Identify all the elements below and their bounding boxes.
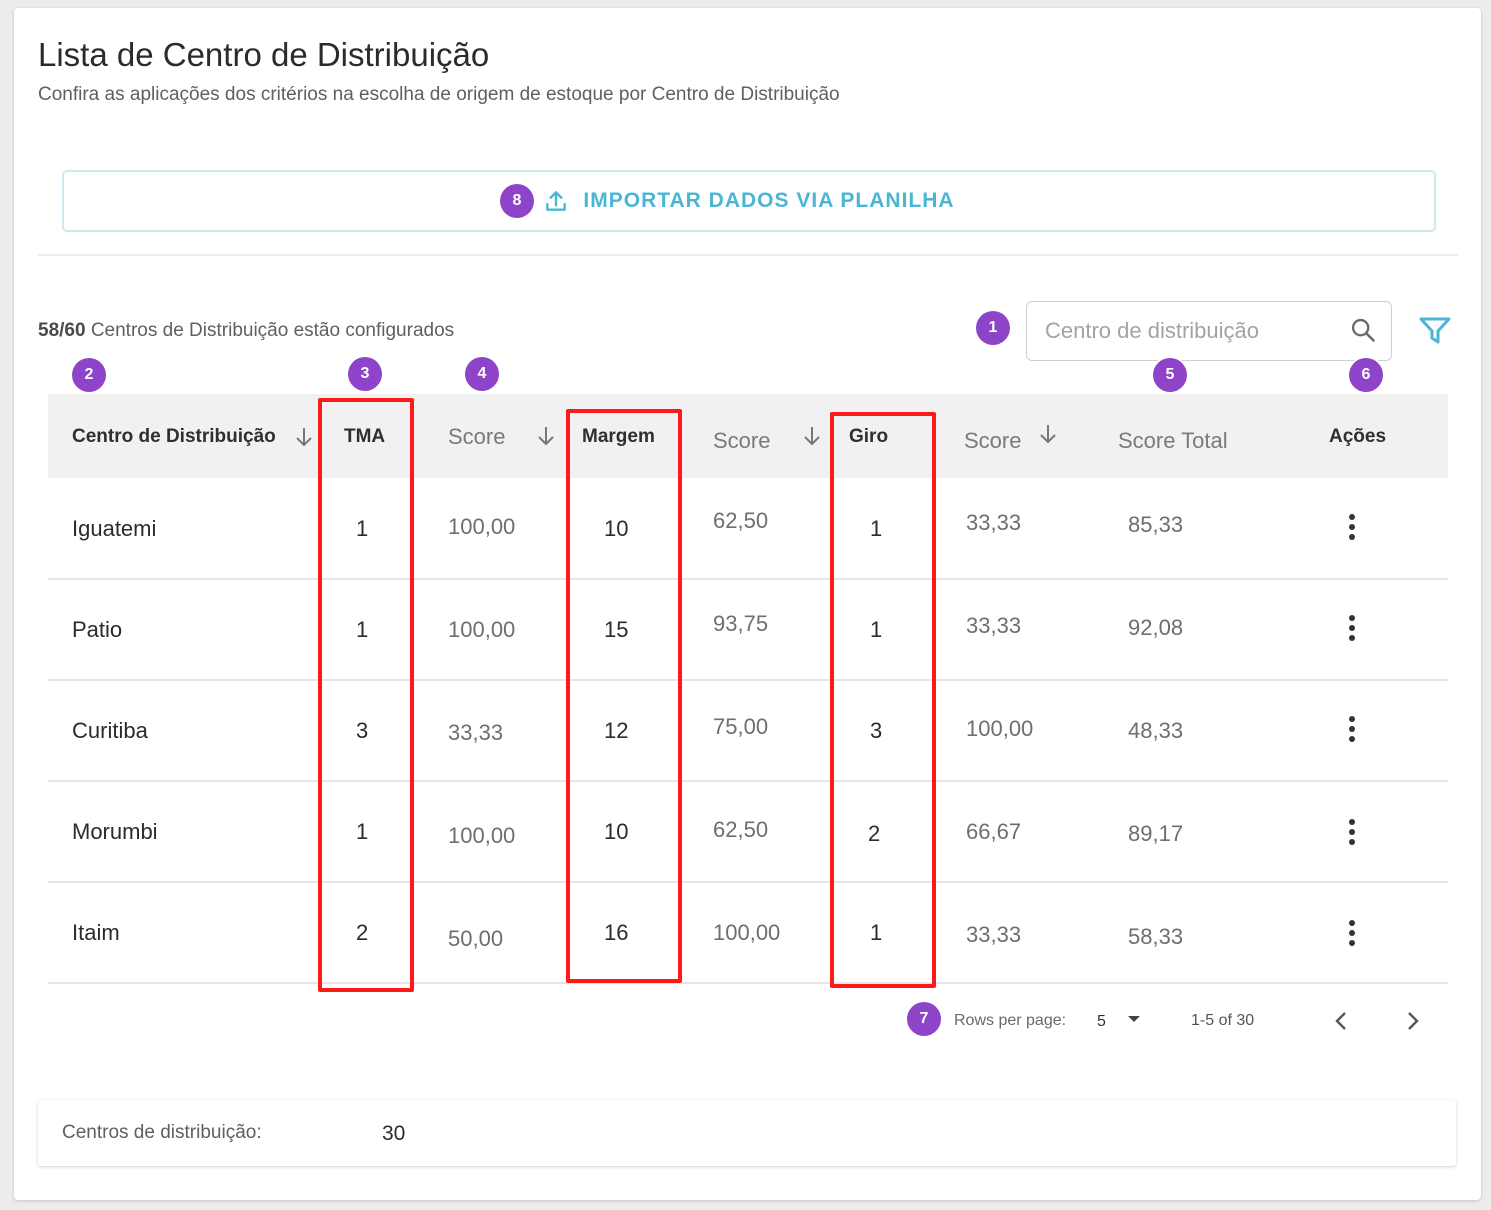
cell-cd: Curitiba: [72, 718, 148, 743]
cell-cd: Morumbi: [72, 819, 158, 844]
cell-margem-score: 93,75: [713, 611, 769, 636]
cell-cd: Itaim: [72, 920, 120, 945]
sort-arrow-icon[interactable]: [294, 426, 314, 448]
cell-score-total: 48,33: [1128, 718, 1184, 743]
cell-margem-score: 62,50: [713, 508, 769, 533]
col-header-score-total[interactable]: Score Total: [1118, 428, 1228, 454]
annotation-badge: 3: [348, 357, 382, 391]
table-row: Iguatemi 1 100,00 10 62,50 1 33,33 85,33: [48, 478, 1448, 580]
col-header-actions: Ações: [1329, 426, 1387, 447]
cell-giro-score: 33,33: [966, 922, 1022, 947]
cell-score-total: 89,17: [1128, 821, 1184, 846]
sort-arrow-icon[interactable]: [536, 425, 556, 447]
configured-count: 58/60: [38, 320, 86, 341]
cell-cd: Iguatemi: [72, 516, 157, 541]
page-subtitle: Confira as aplicações dos critérios na e…: [38, 84, 840, 105]
row-actions-menu-icon[interactable]: [1340, 819, 1364, 847]
annotation-badge: 4: [465, 357, 499, 391]
cell-cd: Patio: [72, 617, 123, 642]
upload-icon: [546, 191, 567, 211]
previous-page-icon[interactable]: [1332, 1010, 1352, 1032]
cell-margem-score: 75,00: [713, 714, 769, 739]
filter-icon[interactable]: [1418, 316, 1452, 346]
annotation-badge: 2: [72, 358, 106, 392]
col-header-cd[interactable]: Centro de Distribuição: [72, 426, 276, 448]
annotation-badge: 6: [1349, 358, 1383, 392]
giro-column-highlight: [830, 412, 936, 988]
dropdown-arrow-icon[interactable]: [1126, 1014, 1142, 1024]
sort-arrow-icon[interactable]: [1038, 423, 1058, 445]
configured-label: Centros de Distribuição estão configurad…: [90, 320, 455, 341]
col-header-giro-score[interactable]: Score: [964, 428, 1021, 454]
col-header-margem-score[interactable]: Score: [713, 428, 770, 454]
next-page-icon[interactable]: [1402, 1010, 1422, 1032]
search-input[interactable]: [1043, 314, 1337, 348]
cell-margem-score: 100,00: [713, 920, 781, 945]
tma-column-highlight: [318, 398, 414, 992]
table-row: Curitiba 3 33,33 12 75,00 3 100,00 48,33: [48, 680, 1448, 782]
cell-score-total: 92,08: [1128, 615, 1184, 640]
annotation-badge: 1: [976, 311, 1010, 345]
cell-tma-score: 50,00: [448, 926, 504, 951]
cell-giro-score: 100,00: [966, 716, 1034, 741]
cell-score-total: 85,33: [1128, 512, 1184, 537]
summary-label: Centros de distribuição:: [62, 1122, 262, 1143]
search-field[interactable]: [1026, 301, 1392, 361]
import-spreadsheet-button[interactable]: IMPORTAR DADOS VIA PLANILHA: [62, 170, 1436, 232]
summary-value: 30: [382, 1122, 406, 1145]
page-title: Lista de Centro de Distribuição: [38, 36, 490, 73]
row-actions-menu-icon[interactable]: [1340, 615, 1364, 643]
table-row: Itaim 2 50,00 16 100,00 1 33,33 58,33: [48, 882, 1448, 984]
search-icon[interactable]: [1349, 316, 1377, 344]
cell-giro-score: 33,33: [966, 510, 1022, 535]
cell-margem-score: 62,50: [713, 817, 769, 842]
distribution-center-card: Lista de Centro de Distribuição Confira …: [14, 8, 1481, 1200]
col-header-tma-score[interactable]: Score: [448, 424, 505, 450]
row-actions-menu-icon[interactable]: [1340, 514, 1364, 542]
cell-tma-score: 100,00: [448, 514, 516, 539]
import-button-label: IMPORTAR DADOS VIA PLANILHA: [583, 189, 955, 212]
cell-tma-score: 33,33: [448, 720, 504, 745]
configured-count-text: 58/60 Centros de Distribuição estão conf…: [38, 320, 454, 342]
table-row: Patio 1 100,00 15 93,75 1 33,33 92,08: [48, 579, 1448, 681]
summary-bar: Centros de distribuição: 30: [38, 1100, 1456, 1166]
annotation-badge: 7: [907, 1002, 941, 1036]
cell-tma-score: 100,00: [448, 823, 516, 848]
row-actions-menu-icon[interactable]: [1340, 920, 1364, 948]
table-header: Centro de Distribuição TMA Score Margem …: [48, 394, 1448, 478]
annotation-badge: 8: [500, 184, 534, 218]
cell-giro-score: 33,33: [966, 613, 1022, 638]
rows-per-page-select[interactable]: 5: [1097, 1013, 1106, 1031]
pagination-range: 1-5 of 30: [1191, 1012, 1255, 1029]
sort-arrow-icon[interactable]: [802, 425, 822, 447]
cell-tma-score: 100,00: [448, 617, 516, 642]
cell-giro-score: 66,67: [966, 819, 1022, 844]
table-row: Morumbi 1 100,00 10 62,50 2 66,67 89,17: [48, 781, 1448, 883]
margem-column-highlight: [566, 409, 682, 983]
annotation-badge: 5: [1153, 358, 1187, 392]
divider: [38, 254, 1458, 256]
rows-per-page-label: Rows per page:: [954, 1012, 1067, 1029]
row-actions-menu-icon[interactable]: [1340, 716, 1364, 744]
cell-score-total: 58,33: [1128, 924, 1184, 949]
